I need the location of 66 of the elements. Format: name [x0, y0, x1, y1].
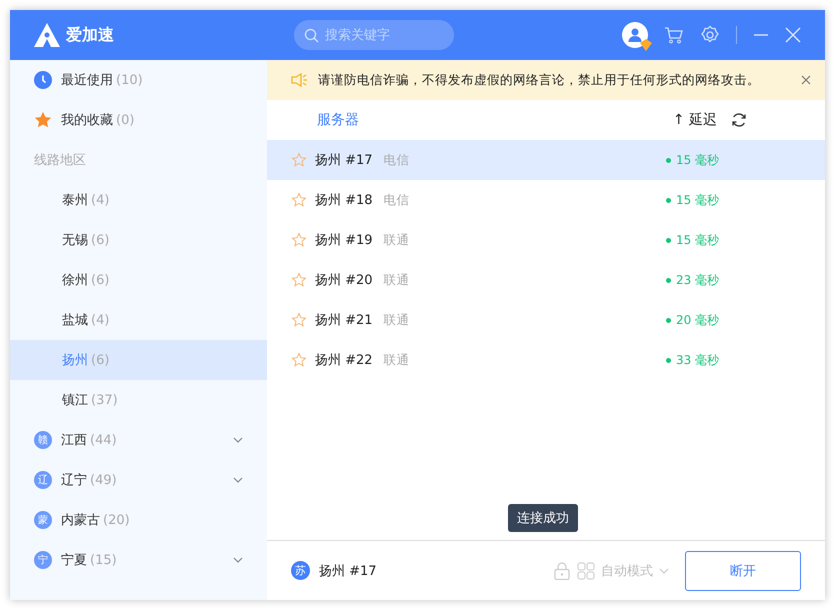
app-name: 爱加速	[66, 24, 114, 46]
sidebar-item[interactable]: 徐州 (6)	[10, 260, 267, 300]
tooltip: 连接成功	[508, 504, 578, 532]
star-outline-icon[interactable]	[291, 312, 307, 328]
sidebar-item[interactable]: 赣 江西 (44)	[10, 420, 267, 460]
logo-icon	[34, 23, 60, 47]
server-name: 扬州 #18	[315, 192, 373, 209]
latency-value: 15 毫秒	[666, 192, 801, 208]
server-name: 扬州 #19	[315, 232, 373, 249]
star-icon	[34, 111, 52, 129]
star-outline-icon[interactable]	[291, 272, 307, 288]
sidebar-item[interactable]: 蒙 内蒙古 (20)	[10, 500, 267, 540]
column-header[interactable]: 服务器	[317, 111, 359, 129]
isp-label: 联通	[384, 312, 410, 328]
isp-label: 联通	[384, 232, 410, 248]
clock-icon	[34, 71, 52, 89]
isp-label: 电信	[384, 152, 410, 168]
star-outline-icon[interactable]	[291, 232, 307, 248]
server-name: 扬州 #22	[315, 352, 373, 369]
sidebar-item[interactable]: 最近使用 (10)	[10, 60, 267, 100]
section-label: 线路地区	[33, 152, 87, 170]
disconnect-button[interactable]: 断开	[685, 550, 801, 590]
province-badge: 辽	[34, 471, 52, 489]
chevron-down-icon	[233, 437, 243, 443]
chevron-down-icon	[233, 477, 243, 483]
latency-value: 20 毫秒	[666, 312, 801, 328]
settings-icon[interactable]	[700, 25, 720, 45]
sidebar-item[interactable]: 泰州 (4)	[10, 180, 267, 220]
grid-icon	[577, 562, 595, 580]
server-name: 扬州 #17	[315, 152, 373, 169]
cart-icon[interactable]	[664, 25, 684, 45]
vip-badge-icon	[640, 39, 652, 51]
province-badge: 赣	[34, 431, 52, 449]
refresh-icon[interactable]	[731, 112, 747, 128]
province-badge: 蒙	[34, 511, 52, 529]
sidebar-item[interactable]: 宁 宁夏 (15)	[10, 540, 267, 580]
close-icon[interactable]	[801, 75, 811, 85]
sidebar-item[interactable]: 盐城 (4)	[10, 300, 267, 340]
chevron-down-icon	[659, 568, 669, 574]
latency-value: 15 毫秒	[666, 152, 801, 168]
search-icon	[304, 28, 319, 42]
star-outline-icon[interactable]	[291, 352, 307, 368]
column-header[interactable]: ↑ 延迟	[672, 111, 717, 129]
server-name: 扬州 #20	[315, 272, 373, 289]
server-row[interactable]: 扬州 #17 电信 15 毫秒	[267, 140, 825, 180]
chevron-down-icon	[233, 557, 243, 563]
sidebar-item[interactable]: 辽 辽宁 (49)	[10, 460, 267, 500]
lock-icon	[553, 562, 571, 580]
star-outline-icon[interactable]	[291, 192, 307, 208]
person-icon	[626, 26, 644, 44]
speaker-icon	[291, 73, 308, 87]
sidebar-item[interactable]: 镇江 (37)	[10, 380, 267, 420]
latency-value: 33 毫秒	[666, 352, 801, 368]
latency-value: 15 毫秒	[666, 232, 801, 248]
province-badge: 宁	[34, 551, 52, 569]
connected-server: 扬州 #17	[319, 562, 377, 580]
province-badge: 苏	[291, 561, 310, 580]
server-name: 扬州 #21	[315, 312, 373, 329]
isp-label: 联通	[384, 352, 410, 368]
sidebar-item[interactable]: 我的收藏 (0)	[10, 100, 267, 140]
sidebar-item[interactable]: 无锡 (6)	[10, 220, 267, 260]
isp-label: 联通	[384, 272, 410, 288]
isp-label: 电信	[384, 192, 410, 208]
latency-value: 23 毫秒	[666, 272, 801, 288]
notice-text: 请谨防电信诈骗，不得发布虚假的网络言论，禁止用于任何形式的网络攻击。	[318, 72, 760, 88]
star-outline-icon[interactable]	[291, 152, 307, 168]
